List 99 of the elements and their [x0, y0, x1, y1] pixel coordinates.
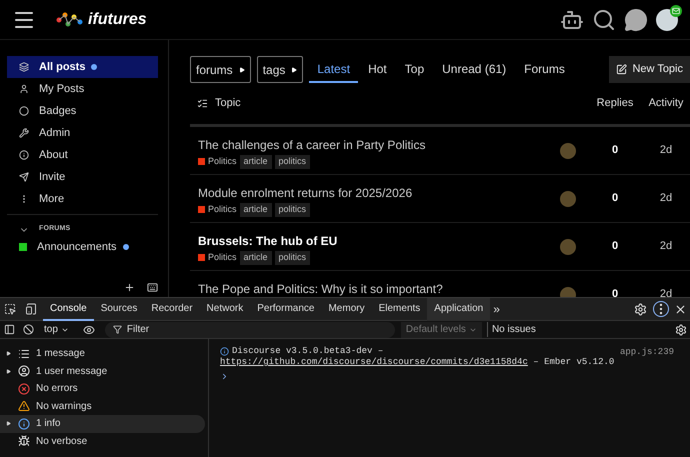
activity-time[interactable]: 2d	[642, 238, 690, 255]
settings-icon[interactable]	[634, 302, 647, 316]
devtools-tab[interactable]: Recorder	[144, 298, 200, 320]
info-icon	[18, 418, 30, 430]
console-settings-icon[interactable]	[675, 324, 687, 336]
column-header[interactable]: Replies	[588, 95, 642, 112]
issues-label[interactable]: No issues	[486, 322, 536, 337]
tag[interactable]: article	[240, 203, 272, 216]
devtools-tab[interactable]: Network	[200, 298, 250, 320]
badge-icon	[19, 106, 29, 116]
bulk-select-icon[interactable]	[197, 98, 208, 109]
sidebar-item[interactable]: About	[7, 144, 158, 166]
console-filter-item[interactable]: No verbose	[0, 432, 205, 450]
topic-title[interactable]: The challenges of a career in Party Politics	[198, 136, 560, 154]
devtools-tab[interactable]: Elements	[372, 298, 428, 320]
layers-icon	[19, 62, 29, 72]
logo-text: ifutures	[88, 10, 147, 30]
expand-icon[interactable]	[6, 351, 11, 356]
user-icon	[19, 84, 29, 94]
info-icon	[220, 347, 229, 356]
levels-dropdown[interactable]: Default levels	[400, 322, 482, 338]
category-badge[interactable]: Politics	[198, 203, 237, 216]
sidebar-item[interactable]: My Posts	[7, 78, 158, 100]
error-icon	[18, 382, 30, 395]
chat-icon[interactable]	[624, 8, 648, 32]
more-tabs-button[interactable]: »	[490, 300, 503, 318]
user-icon	[18, 365, 30, 378]
more-icon[interactable]	[653, 301, 669, 317]
clear-icon[interactable]	[23, 324, 34, 335]
console-filter-item[interactable]: 1 message	[0, 345, 205, 362]
devtools-tab[interactable]: Sources	[94, 298, 144, 320]
sidebar-item[interactable]: Admin	[7, 122, 158, 144]
device-icon[interactable]	[25, 303, 37, 315]
caret-icon	[238, 66, 245, 72]
category-badge[interactable]: Politics	[198, 251, 237, 264]
topic-title[interactable]: Brussels: The hub of EU	[198, 232, 560, 250]
eye-icon[interactable]	[82, 324, 95, 336]
log-message: – Ember v5.12.0	[533, 357, 614, 367]
nav-tab[interactable]: Top	[396, 56, 432, 83]
logo-icon	[56, 10, 84, 28]
nav-tab[interactable]: Latest	[309, 56, 358, 83]
warning-icon	[18, 400, 30, 412]
topic-title[interactable]: The Pope and Politics: Why is it so important?	[198, 280, 560, 297]
bug-icon	[18, 435, 30, 448]
edit-icon	[616, 64, 628, 75]
tag[interactable]: article	[240, 155, 272, 168]
expand-icon[interactable]	[6, 368, 11, 374]
replies-count: 0	[610, 287, 620, 297]
add-icon[interactable]	[124, 282, 135, 293]
tag[interactable]: politics	[274, 203, 310, 216]
console-filter-item[interactable]: 1 user message	[0, 362, 205, 380]
console-filter-item[interactable]: 1 info	[0, 415, 205, 432]
search-icon[interactable]	[592, 8, 616, 32]
breadcrumb-dropdown[interactable]: forums	[190, 56, 251, 83]
new-topic-button[interactable]: New Topic	[609, 56, 690, 83]
keyboard-icon[interactable]	[147, 282, 158, 293]
sidebar-item[interactable]: Badges	[7, 100, 158, 122]
replies-count: 0	[610, 191, 620, 206]
tag[interactable]: article	[240, 251, 272, 264]
paper-plane-icon	[19, 172, 29, 182]
devtools-tab[interactable]: Performance	[250, 298, 322, 320]
sidebar-item[interactable]: Invite	[7, 166, 158, 188]
info-icon	[19, 150, 29, 160]
nav-tab[interactable]: Hot	[360, 56, 395, 83]
console-filter-item[interactable]: No warnings	[0, 398, 205, 415]
console-filter-item[interactable]: No errors	[0, 380, 205, 398]
nav-tab[interactable]: Forums	[516, 56, 573, 83]
sidebar-item[interactable]: More	[7, 188, 158, 210]
tag[interactable]: politics	[274, 251, 310, 264]
log-message: Discourse v3.5.0.beta3-dev –	[232, 346, 384, 357]
context-select[interactable]: top	[44, 322, 69, 337]
caret-icon	[291, 66, 298, 72]
topic-title[interactable]: Module enrolment returns for 2025/2026	[198, 184, 560, 202]
source-link[interactable]: app.js:239	[620, 346, 674, 368]
sidebar-item[interactable]: All posts	[7, 56, 158, 78]
devtools-tab[interactable]: Console	[43, 298, 94, 320]
activity-time[interactable]: 2d	[642, 142, 690, 159]
replies-count: 0	[610, 239, 620, 254]
devtools-tab[interactable]: Application	[427, 298, 490, 320]
nav-tab[interactable]: Unread (61)	[434, 56, 514, 83]
category-item[interactable]: Announcements	[7, 236, 158, 258]
column-header[interactable]: Activity	[642, 95, 690, 112]
category-badge[interactable]: Politics	[198, 155, 237, 168]
close-icon[interactable]	[674, 302, 687, 316]
inspect-icon[interactable]	[4, 303, 16, 315]
breadcrumb-dropdown[interactable]: tags	[256, 56, 304, 83]
activity-time[interactable]: 2d	[642, 286, 690, 297]
filter-icon	[112, 325, 122, 334]
replies-count: 0	[610, 143, 620, 158]
expand-icon[interactable]	[6, 421, 11, 426]
activity-time[interactable]: 2d	[642, 190, 690, 207]
sidebar-toggle-icon[interactable]	[4, 324, 15, 335]
column-header[interactable]: Topic	[215, 95, 588, 112]
commit-link[interactable]: https://github.com/discourse/discourse/commits/d3e1158d4c	[220, 357, 528, 367]
filter-field[interactable]: Filter	[104, 322, 395, 338]
tag[interactable]: politics	[274, 155, 310, 168]
prompt-icon[interactable]	[220, 372, 229, 381]
devtools-tab[interactable]: Memory	[321, 298, 372, 320]
wrench-icon	[19, 128, 29, 138]
